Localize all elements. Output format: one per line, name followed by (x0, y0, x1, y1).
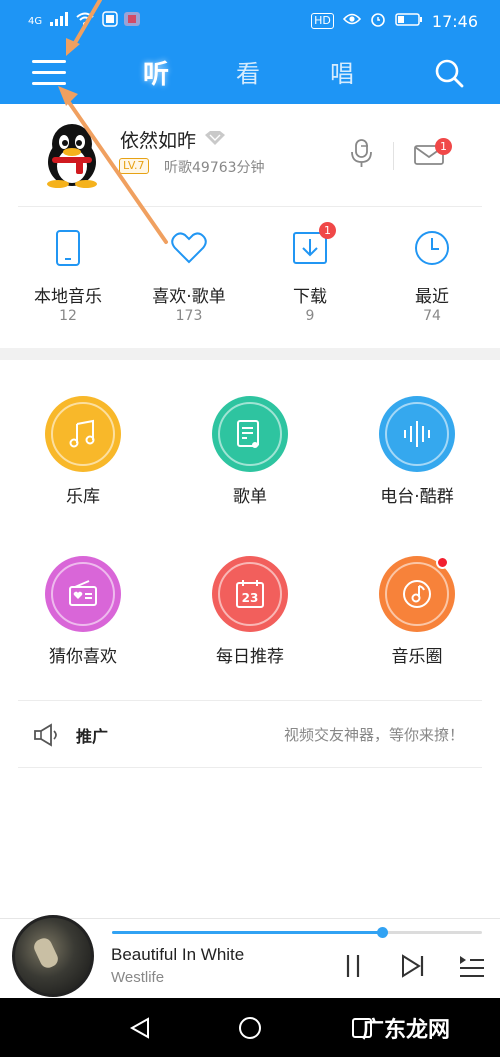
feature-label: 歌单 (233, 487, 267, 507)
next-button[interactable] (400, 953, 426, 983)
shortcut-count: 12 (59, 308, 77, 324)
back-button[interactable] (128, 1016, 152, 1044)
tab-sing[interactable]: 唱 (330, 54, 354, 89)
alarm-icon (370, 11, 386, 31)
app-screen: 4G HD 17:46 听 看 唱 依然如昨 LV.7 听歌49763分钟 1 … (0, 0, 500, 1057)
signal-icon (50, 12, 69, 30)
shortcut-favorites[interactable]: 喜欢·歌单 173 (134, 210, 244, 340)
music-note-icon (69, 419, 95, 448)
shortcut-count: 74 (423, 308, 441, 324)
notification-icon (102, 11, 142, 31)
shortcut-count: 9 (305, 308, 315, 324)
level-badge[interactable]: LV.7 (119, 158, 149, 174)
promo-row[interactable]: 推广 视频交友神器，等你来撩！ (18, 700, 482, 768)
feature-label: 每日推荐 (216, 647, 284, 667)
profile-section: 依然如昨 LV.7 听歌49763分钟 1 (0, 104, 500, 206)
radio-heart-icon (69, 580, 97, 606)
battery-icon (395, 12, 423, 30)
mini-player[interactable]: Beautiful In White Westlife (0, 915, 500, 998)
profile-divider (393, 142, 394, 170)
divider (18, 206, 482, 207)
shortcut-label: 下载 (293, 287, 327, 307)
feature-radio[interactable]: 电台·酷群 (342, 396, 492, 526)
tab-watch[interactable]: 看 (236, 54, 260, 89)
feature-playlist[interactable]: 歌单 (175, 396, 325, 526)
clock-time: 17:46 (431, 11, 478, 31)
top-nav: 听 看 唱 (0, 42, 500, 104)
megaphone-icon (32, 723, 60, 751)
hd-indicator: HD (311, 13, 334, 29)
phone-icon (56, 230, 80, 266)
album-art[interactable] (12, 915, 94, 997)
network-label: 4G (28, 15, 43, 27)
feature-label: 音乐圈 (391, 647, 443, 667)
song-artist: Westlife (111, 969, 165, 986)
shortcut-label: 本地音乐 (34, 287, 102, 307)
pause-button[interactable] (342, 953, 364, 983)
pause-icon (346, 955, 360, 977)
listen-time: 听歌49763分钟 (164, 160, 265, 176)
progress-fill (112, 931, 383, 934)
soundwave-icon (404, 421, 430, 447)
shortcut-label: 喜欢·歌单 (152, 287, 226, 307)
playlist-icon (237, 420, 259, 448)
avatar[interactable] (42, 122, 102, 188)
shortcut-label: 最近 (415, 287, 449, 307)
next-icon (402, 954, 424, 978)
promo-text: 视频交友神器，等你来撩！ (283, 726, 464, 744)
home-icon (239, 1017, 261, 1039)
mic-button[interactable] (350, 138, 374, 172)
section-separator (0, 348, 500, 360)
calendar-icon: 23 (236, 580, 264, 608)
eye-icon (342, 12, 361, 30)
feature-label: 猜你喜欢 (49, 647, 117, 667)
username[interactable]: 依然如昨 (120, 126, 196, 153)
shortcut-recent[interactable]: 最近 74 (377, 210, 487, 340)
shortcut-local-music[interactable]: 本地音乐 12 (13, 210, 123, 340)
music-circle-icon (403, 580, 431, 608)
mail-button[interactable]: 1 (413, 138, 452, 170)
progress-thumb[interactable] (377, 927, 389, 938)
shortcut-count: 173 (175, 308, 203, 324)
playlist-queue-icon (460, 956, 484, 977)
back-icon (129, 1017, 149, 1039)
feature-daily-recommend[interactable]: 23 每日推荐 (175, 556, 325, 686)
shortcut-download[interactable]: 1 下载 9 (255, 210, 365, 340)
mail-badge: 1 (435, 138, 452, 155)
feature-label: 乐库 (66, 487, 100, 507)
diamond-icon[interactable] (204, 130, 226, 150)
queue-button[interactable] (458, 953, 486, 983)
clock-icon (415, 231, 449, 265)
status-bar: 4G HD 17:46 (0, 0, 500, 42)
microphone-icon (351, 139, 372, 167)
promo-label: 推广 (76, 727, 109, 746)
feature-guess-you-like[interactable]: 猜你喜欢 (8, 556, 158, 686)
watermark-text: 广东龙网 (362, 1018, 451, 1043)
menu-button[interactable] (32, 60, 66, 88)
song-title: Beautiful In White (111, 945, 245, 964)
progress-bar[interactable] (112, 927, 482, 938)
notification-dot (436, 556, 449, 569)
search-icon (435, 59, 464, 88)
feature-library[interactable]: 乐库 (8, 396, 158, 526)
home-button[interactable] (238, 1016, 262, 1044)
feature-label: 电台·酷群 (380, 487, 454, 507)
calendar-day: 23 (242, 591, 259, 605)
search-button[interactable] (434, 58, 464, 88)
shortcut-row: 本地音乐 12 喜欢·歌单 173 1 下载 9 最近 74 (0, 210, 500, 348)
feature-music-circle[interactable]: 音乐圈 (342, 556, 492, 686)
tab-listen[interactable]: 听 (143, 54, 169, 91)
download-badge: 1 (319, 222, 336, 239)
wifi-icon (76, 12, 94, 30)
heart-icon (171, 232, 207, 264)
